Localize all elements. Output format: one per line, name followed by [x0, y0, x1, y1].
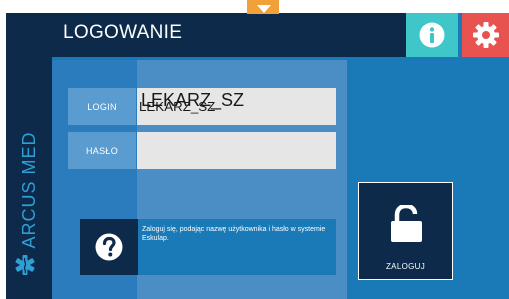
page-title: LOGOWANIE [63, 22, 183, 43]
password-label: HASŁO [68, 132, 136, 169]
help-icon-area [80, 219, 138, 275]
dropdown-arrow-icon [257, 5, 271, 13]
help-text: Zaloguj się, podając nazwę użytkownika i… [142, 226, 326, 242]
brand: ARCUS MED [9, 120, 49, 260]
login-button-label: ZALOGUJ [386, 262, 425, 271]
info-icon [419, 22, 445, 48]
settings-button[interactable] [462, 13, 509, 57]
password-field[interactable] [137, 132, 336, 169]
login-field-value: LEKARZ_SZ [141, 90, 245, 110]
login-label: LOGIN [68, 88, 136, 125]
unlock-icon [391, 205, 422, 242]
brand-name: ARCUS MED [19, 131, 39, 249]
medical-star-icon [14, 254, 36, 281]
gear-icon [472, 22, 499, 48]
question-icon [95, 233, 123, 261]
info-button[interactable] [406, 13, 458, 57]
